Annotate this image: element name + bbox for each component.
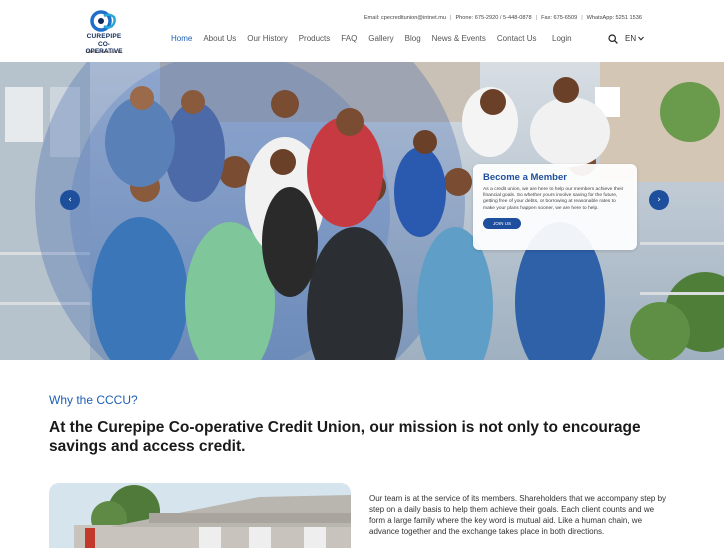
topbar-separator: | xyxy=(535,15,538,21)
member-card-text: As a credit union, we are here to help o… xyxy=(483,187,624,211)
nav-our-history[interactable]: Our History xyxy=(247,34,287,43)
team-paragraph: Our team is at the service of its member… xyxy=(369,494,667,536)
logo-mark-icon xyxy=(90,10,116,32)
nav-blog[interactable]: Blog xyxy=(405,34,421,43)
topbar-whatsapp[interactable]: WhatsApp: 5251 1536 xyxy=(587,15,642,21)
site-header: CUREPIPE CO-OPERATIVE CREDIT UNION LIMIT… xyxy=(0,0,724,62)
mission-heading: At the Curepipe Co-operative Credit Unio… xyxy=(49,419,641,455)
login-link[interactable]: Login xyxy=(552,34,572,43)
logo-name-line1: CUREPIPE xyxy=(86,33,122,40)
nav-faq[interactable]: FAQ xyxy=(341,34,357,43)
arrow-left-icon: ‹ xyxy=(68,195,72,205)
nav-about-us[interactable]: About Us xyxy=(203,34,236,43)
nav-news-events[interactable]: News & Events xyxy=(432,34,486,43)
building-image xyxy=(49,483,351,548)
topbar-separator: | xyxy=(450,15,452,21)
become-member-card: Become a Member As a credit union, we ar… xyxy=(473,164,637,250)
slider-next-button[interactable]: › xyxy=(649,190,669,210)
topbar-phone[interactable]: Phone: 675-2920 / 5-448-0878 xyxy=(455,15,531,21)
topbar-email[interactable]: Email: cpecreditunion@intnet.mu xyxy=(364,15,446,21)
main-nav: Home About Us Our History Products FAQ G… xyxy=(171,34,547,43)
topbar-separator: | xyxy=(581,15,583,21)
site-logo[interactable]: CUREPIPE CO-OPERATIVE CREDIT UNION LIMIT… xyxy=(80,10,128,55)
join-us-button[interactable]: JOIN US xyxy=(483,217,522,229)
building-photo xyxy=(49,483,351,548)
arrow-right-icon: › xyxy=(657,195,661,205)
language-label: EN xyxy=(625,34,637,43)
nav-home[interactable]: Home xyxy=(171,34,192,43)
language-selector[interactable]: EN xyxy=(625,34,645,43)
nav-contact-us[interactable]: Contact Us xyxy=(497,34,537,43)
contact-topbar: Email: cpecreditunion@intnet.mu | Phone:… xyxy=(364,15,642,21)
nav-products[interactable]: Products xyxy=(299,34,331,43)
topbar-fax: Fax: 675-6509 xyxy=(541,15,578,21)
slider-prev-button[interactable]: ‹ xyxy=(60,190,80,210)
search-icon[interactable] xyxy=(608,34,618,44)
why-section-label: Why the CCCU? xyxy=(49,393,138,407)
member-card-title: Become a Member xyxy=(483,172,567,183)
nav-gallery[interactable]: Gallery xyxy=(368,34,393,43)
logo-name-line3: CREDIT UNION LIMITED xyxy=(85,50,123,54)
chevron-down-icon xyxy=(638,36,645,41)
hero-slider: ‹ › Become a Member As a credit union, w… xyxy=(0,62,724,360)
